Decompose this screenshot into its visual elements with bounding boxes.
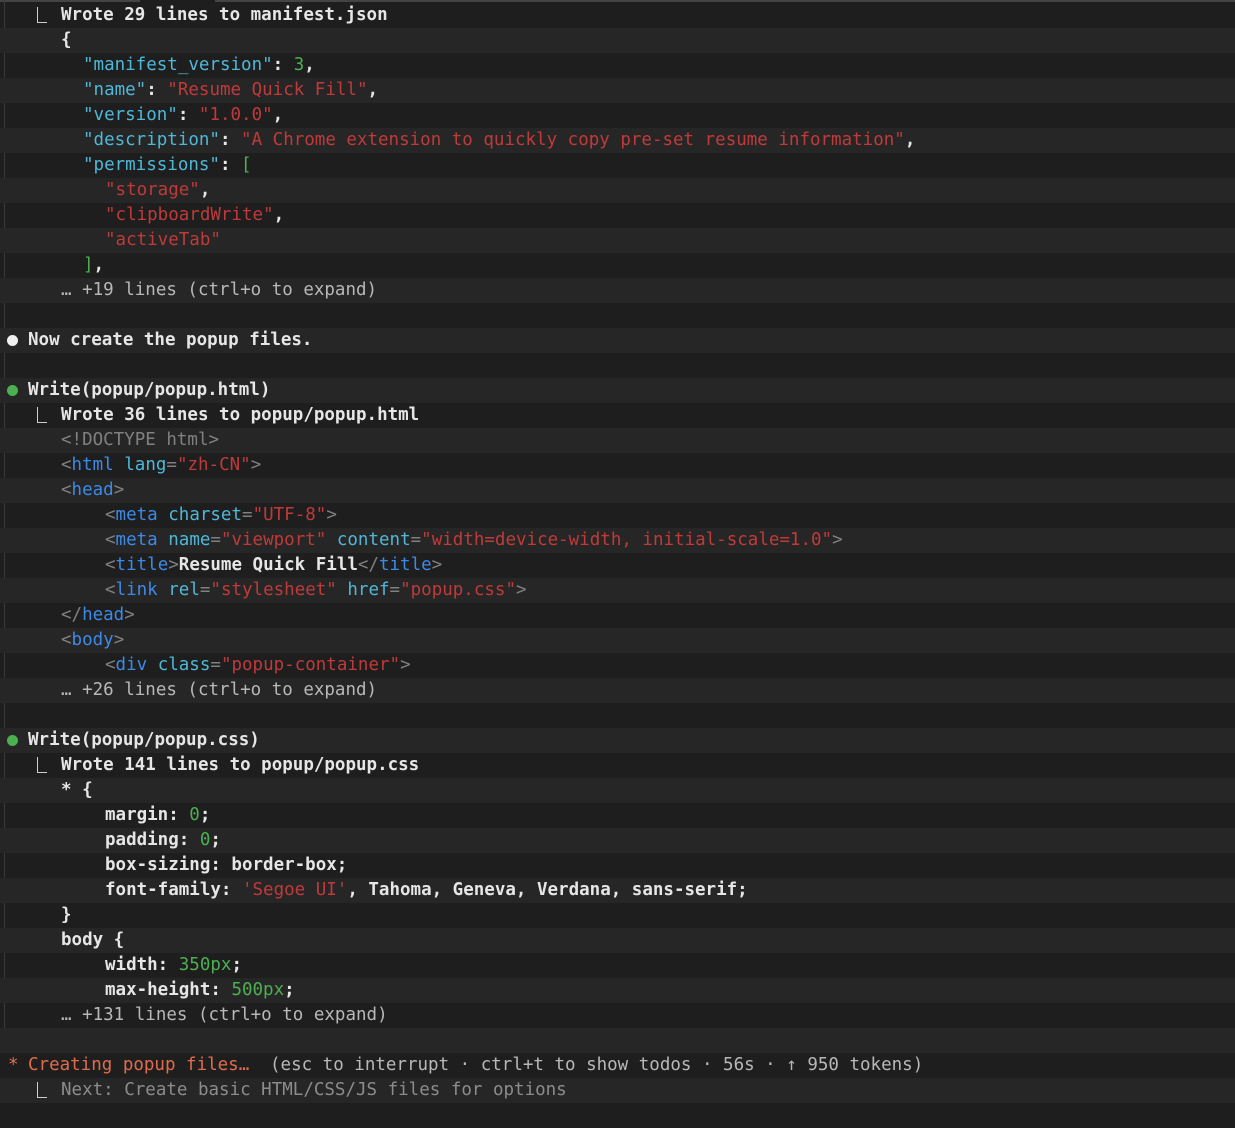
tool-name: Write xyxy=(28,730,81,750)
expand-hint[interactable]: … +26 lines (ctrl+o to expand) xyxy=(61,678,377,703)
tree-corner-icon xyxy=(37,407,47,423)
expand-hint-row[interactable]: … +131 lines (ctrl+o to expand) xyxy=(0,1003,1235,1028)
next-todo: Next: Create basic HTML/CSS/JS files for… xyxy=(61,1080,567,1100)
status-row: * Creating popup files… (esc to interrup… xyxy=(0,1053,1235,1078)
json-key: "version" xyxy=(83,105,178,125)
json-string: "1.0.0" xyxy=(198,105,273,125)
code-line: <meta charset="UTF-8"> xyxy=(105,505,337,525)
json-string: "activeTab" xyxy=(105,230,221,250)
success-bullet-icon xyxy=(7,385,18,396)
code-line: </head> xyxy=(61,605,135,625)
code-line: "version": "1.0.0", xyxy=(83,105,284,125)
success-bullet-icon xyxy=(7,735,18,746)
top-border xyxy=(0,0,1235,2)
manifest-result-row: Wrote 29 lines to manifest.json xyxy=(0,3,1235,28)
json-key: "manifest_version" xyxy=(83,55,273,75)
code-line: <html lang="zh-CN"> xyxy=(61,455,262,475)
code-line: <meta name="viewport" content="width=dev… xyxy=(0,528,1235,553)
code-line: <!DOCTYPE html> xyxy=(0,428,1235,453)
tool-name: Write xyxy=(28,380,81,400)
next-todo-row: Next: Create basic HTML/CSS/JS files for… xyxy=(0,1078,1235,1103)
code-line: "description": "A Chrome extension to qu… xyxy=(0,128,1235,153)
json-key: "name" xyxy=(83,80,147,100)
code-line: } xyxy=(61,905,72,925)
status-label: Creating popup files… xyxy=(28,1055,250,1075)
css-result-row: Wrote 141 lines to popup/popup.css xyxy=(0,753,1235,778)
code-line: box-sizing: border-box; xyxy=(105,855,348,875)
tool-call-row: Write(popup/popup.css) xyxy=(0,728,1235,753)
code-line: ], xyxy=(83,255,105,275)
json-number: 3 xyxy=(293,55,305,75)
code-line: width: 350px; xyxy=(105,955,242,975)
json-string: "clipboardWrite" xyxy=(105,205,274,225)
json-string: "storage" xyxy=(105,180,200,200)
bullet-icon xyxy=(7,335,18,346)
code-line: max-height: 500px; xyxy=(0,978,1235,1003)
tool-call-row: Write(popup/popup.html) xyxy=(0,378,1235,403)
tool-arg: popup/popup.html xyxy=(91,380,260,400)
manifest-result-text: Wrote 29 lines to manifest.json xyxy=(61,5,388,25)
code-line: "permissions": [ xyxy=(83,155,252,175)
terminal-output: Wrote 29 lines to manifest.json { "manif… xyxy=(0,0,1235,1128)
assistant-message-row: Now create the popup files. xyxy=(0,328,1235,353)
expand-hint[interactable]: … +19 lines (ctrl+o to expand) xyxy=(61,278,377,303)
code-line: body { xyxy=(0,928,1235,953)
code-line: padding: 0; xyxy=(0,828,1235,853)
code-line: * { xyxy=(0,778,1235,803)
json-open-brace: { xyxy=(61,30,72,50)
expand-hint-row[interactable]: … +19 lines (ctrl+o to expand) xyxy=(0,278,1235,303)
spinner-icon: * xyxy=(8,1055,19,1075)
code-line: <link rel="stylesheet" href="popup.css"> xyxy=(0,578,1235,603)
expand-hint[interactable]: … +131 lines (ctrl+o to expand) xyxy=(61,1003,388,1028)
tree-corner-icon xyxy=(37,7,47,23)
code-line: "storage", xyxy=(0,178,1235,203)
code-line: { xyxy=(0,28,1235,53)
code-line: "activeTab" xyxy=(0,228,1235,253)
tree-corner-icon xyxy=(37,1082,47,1098)
code-line: margin: 0; xyxy=(105,805,211,825)
code-line: <div class="popup-container"> xyxy=(105,655,411,675)
assistant-message: Now create the popup files. xyxy=(28,330,313,350)
code-line: "manifest_version": 3, xyxy=(83,55,315,75)
json-key: "permissions" xyxy=(83,155,220,175)
html-result-text: Wrote 36 lines to popup/popup.html xyxy=(61,405,420,425)
css-result-text: Wrote 141 lines to popup/popup.css xyxy=(61,755,420,775)
html-result-row: Wrote 36 lines to popup/popup.html xyxy=(0,403,1235,428)
json-string: "A Chrome extension to quickly copy pre-… xyxy=(241,130,905,150)
expand-hint-row[interactable]: … +26 lines (ctrl+o to expand) xyxy=(0,678,1235,703)
code-line: <body> xyxy=(0,628,1235,653)
code-line: <title>Resume Quick Fill</title> xyxy=(105,555,443,575)
json-string: "Resume Quick Fill" xyxy=(167,80,368,100)
code-line: "clipboardWrite", xyxy=(105,205,285,225)
code-line: font-family: 'Segoe UI', Tahoma, Geneva,… xyxy=(0,878,1235,903)
code-line: "name": "Resume Quick Fill", xyxy=(0,78,1235,103)
tool-arg: popup/popup.css xyxy=(91,730,250,750)
tree-corner-icon xyxy=(37,757,47,773)
status-details: (esc to interrupt · ctrl+t to show todos… xyxy=(270,1055,924,1075)
code-line: <head> xyxy=(0,478,1235,503)
json-key: "description" xyxy=(83,130,220,150)
